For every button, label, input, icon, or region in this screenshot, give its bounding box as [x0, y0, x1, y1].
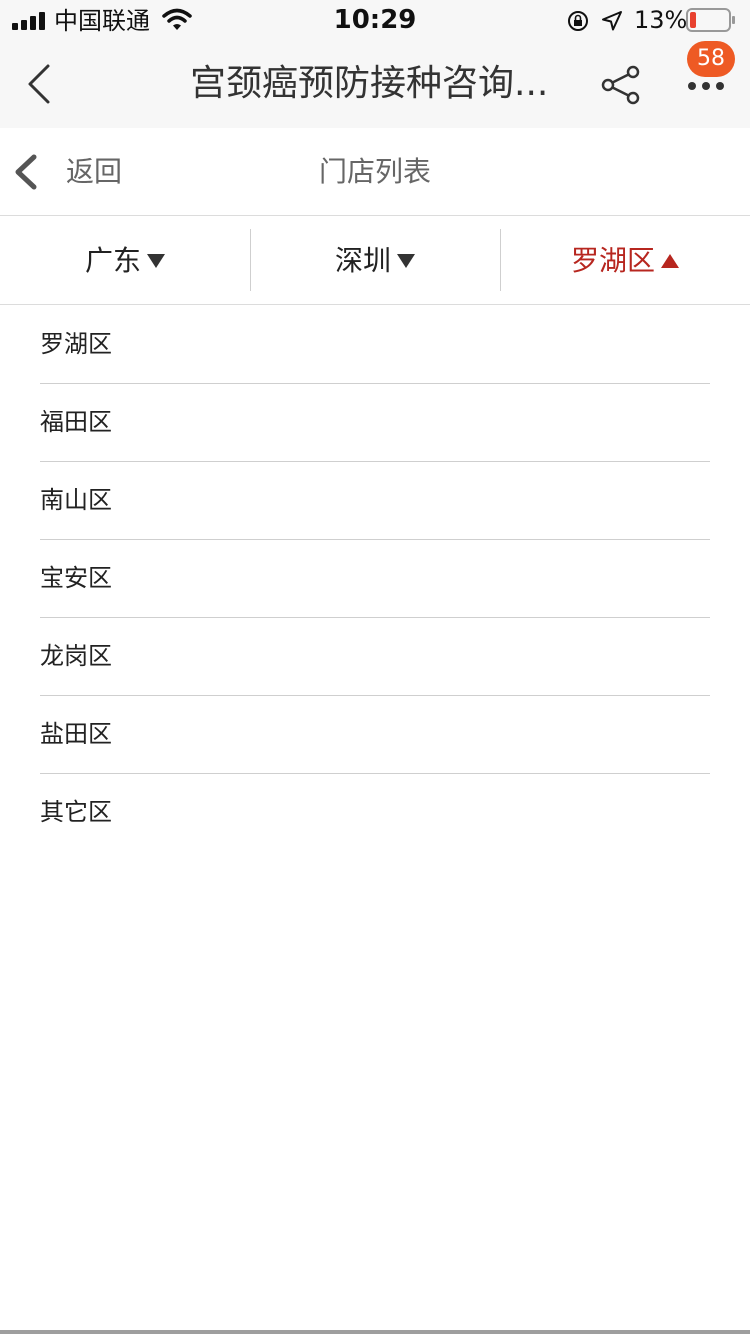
district-list: 罗湖区 福田区 南山区 宝安区 龙岗区 盐田区 其它区	[40, 306, 710, 852]
district-filter-label: 罗湖区	[570, 244, 655, 277]
list-item[interactable]: 盐田区	[40, 696, 710, 774]
caret-down-icon	[397, 254, 415, 268]
rotation-lock-icon	[568, 11, 588, 31]
list-item[interactable]: 福田区	[40, 384, 710, 462]
district-label: 罗湖区	[40, 329, 112, 358]
nav-bar: 宫颈癌预防接种咨询... 58	[0, 41, 750, 128]
list-item[interactable]: 宝安区	[40, 540, 710, 618]
notification-badge: 58	[687, 41, 735, 77]
chevron-left-icon[interactable]	[22, 62, 58, 106]
district-label: 龙岗区	[40, 641, 112, 670]
city-filter-label: 深圳	[334, 244, 391, 277]
district-label: 盐田区	[40, 719, 112, 748]
share-icon[interactable]	[600, 64, 642, 106]
list-item[interactable]: 其它区	[40, 774, 710, 852]
district-label: 福田区	[40, 407, 112, 436]
sub-header: 返回 门店列表	[0, 128, 750, 216]
location-arrow-icon	[602, 11, 622, 31]
status-bar: 中国联通 10:29 13%	[0, 0, 750, 42]
store-list-title: 门店列表	[318, 155, 431, 188]
region-filter-bar: 广东 深圳 罗湖区	[0, 217, 750, 305]
battery-percent: 13%	[634, 6, 688, 34]
city-filter[interactable]: 深圳	[250, 217, 500, 305]
district-label: 南山区	[40, 485, 112, 514]
battery-icon	[686, 8, 735, 32]
caret-down-icon	[147, 254, 165, 268]
district-label: 其它区	[40, 798, 112, 826]
caret-up-icon	[661, 254, 679, 268]
list-item[interactable]: 南山区	[40, 462, 710, 540]
page-title: 宫颈癌预防接种咨询...	[190, 63, 549, 104]
list-item[interactable]: 龙岗区	[40, 618, 710, 696]
bottom-divider	[0, 1330, 750, 1334]
list-item[interactable]: 罗湖区	[40, 306, 710, 384]
district-filter[interactable]: 罗湖区	[500, 217, 750, 305]
province-filter[interactable]: 广东	[0, 217, 250, 305]
district-label: 宝安区	[40, 563, 112, 592]
province-filter-label: 广东	[84, 244, 141, 277]
